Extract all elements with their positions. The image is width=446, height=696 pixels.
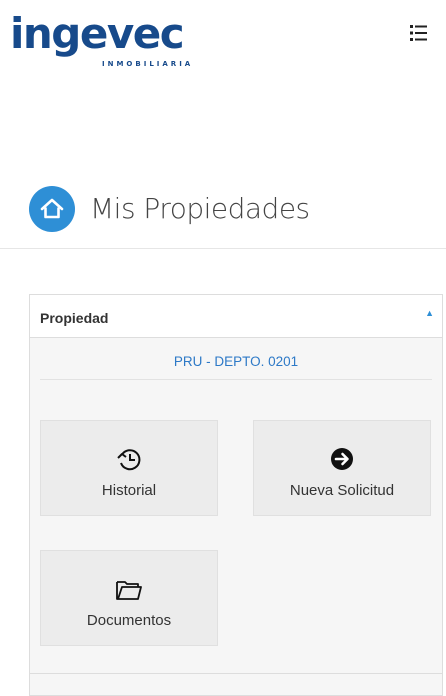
historial-label: Historial xyxy=(101,482,157,499)
logo-subtext: INMOBILIARIA xyxy=(102,60,194,68)
property-name-link[interactable]: PRU - DEPTO. 0201 xyxy=(40,345,432,380)
logo-wordmark: ingevec xyxy=(10,9,185,58)
page-title-row: Mis Propiedades xyxy=(0,180,446,249)
folder-open-icon xyxy=(41,575,217,603)
documentos-button[interactable]: Documentos xyxy=(40,550,218,646)
home-icon xyxy=(29,186,75,232)
history-icon xyxy=(41,445,217,473)
property-panel: Propiedad ▲ PRU - DEPTO. 0201 Historial … xyxy=(29,294,443,696)
arrow-circle-right-icon xyxy=(254,445,430,473)
panel-header-label: Propiedad xyxy=(40,310,109,326)
page-title: Mis Propiedades xyxy=(90,192,310,225)
documentos-label: Documentos xyxy=(86,612,172,629)
list-menu-icon[interactable] xyxy=(409,24,429,42)
nueva-solicitud-label: Nueva Solicitud xyxy=(289,482,395,499)
historial-button[interactable]: Historial xyxy=(40,420,218,516)
ingevec-logo[interactable]: ingevec INMOBILIARIA xyxy=(10,8,200,68)
app-header: ingevec INMOBILIARIA xyxy=(0,0,446,80)
caret-up-icon[interactable]: ▲ xyxy=(425,308,434,318)
panel-divider xyxy=(30,673,442,674)
nueva-solicitud-button[interactable]: Nueva Solicitud xyxy=(253,420,431,516)
panel-header[interactable]: Propiedad ▲ xyxy=(30,295,442,338)
